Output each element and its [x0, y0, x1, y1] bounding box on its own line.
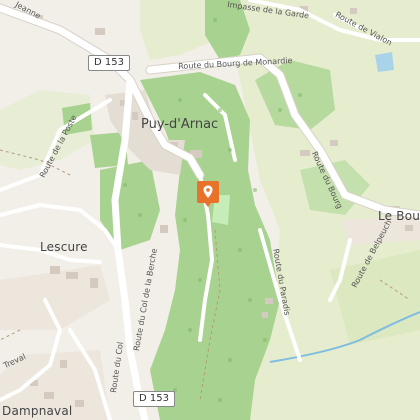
place-label-puy-darnac: Puy-d'Arnac	[141, 117, 219, 132]
place-label-dampnaval: Dampnaval	[2, 404, 73, 418]
road-shield-d153-top: D 153	[88, 55, 130, 71]
road-shield-d153-bottom: D 153	[133, 391, 175, 407]
place-label-lescure: Lescure	[40, 240, 88, 254]
map-view[interactable]: D 153 D 153 Puy-d'Arnac Lescure Le Bourg…	[0, 0, 420, 420]
location-pin-icon[interactable]	[196, 180, 220, 208]
